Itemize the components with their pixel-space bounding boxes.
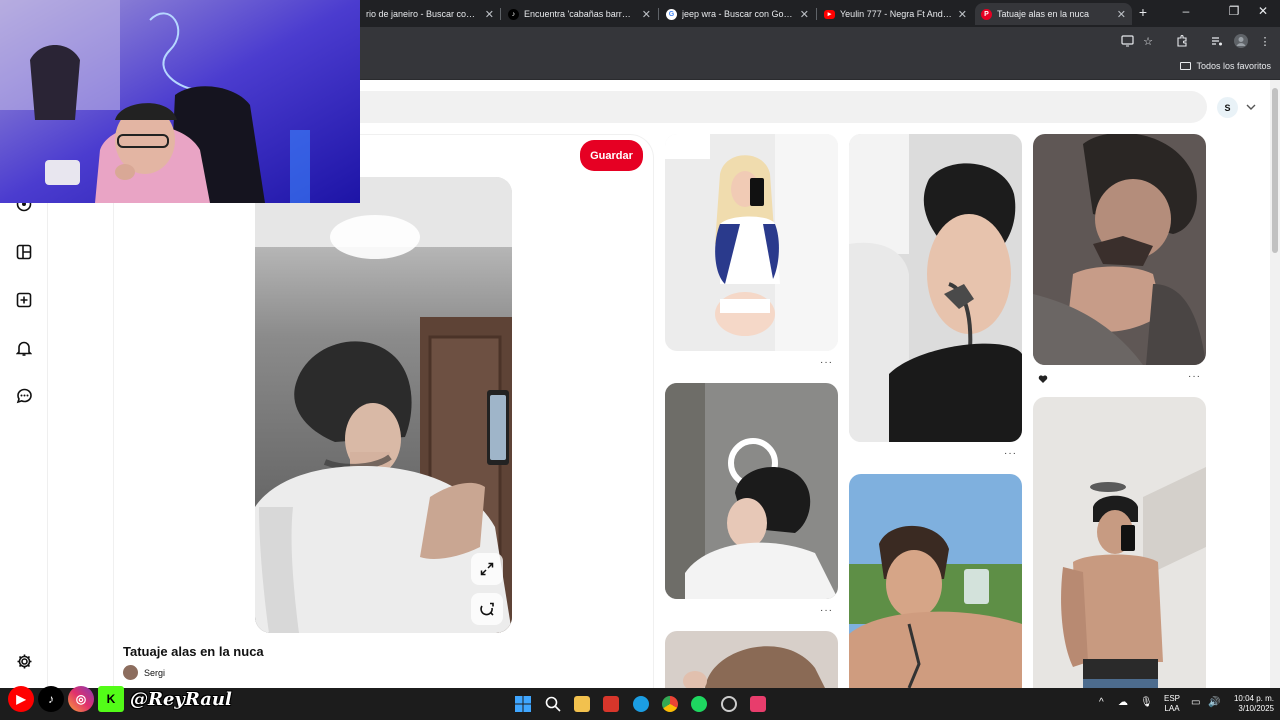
streamer-webcam-overlay <box>0 0 360 203</box>
close-icon[interactable]: ✕ <box>1117 8 1126 21</box>
related-pin-image[interactable] <box>665 383 838 599</box>
media-app-icon[interactable] <box>603 696 619 712</box>
search-input[interactable] <box>330 91 1207 123</box>
author-name: Sergi <box>144 667 166 678</box>
language-top: ESP <box>1163 694 1180 703</box>
user-avatar[interactable]: S <box>1217 97 1238 118</box>
page-scrollbar[interactable] <box>1270 80 1280 688</box>
stream-social-overlay: ▶ ♪ ◎ K @ReyRaul <box>8 683 232 715</box>
cloud-icon[interactable]: ☁ <box>1118 698 1128 708</box>
pin-title: Tatuaje alas en la nuca <box>123 644 264 659</box>
all-bookmarks-label: Todos los favoritos <box>1196 61 1271 71</box>
more-options-icon[interactable]: ··· <box>1004 448 1017 459</box>
chat-bubble-icon[interactable] <box>14 386 34 406</box>
author-avatar <box>123 665 138 680</box>
tiktok-logo-icon: ♪ <box>38 686 64 712</box>
search-icon[interactable] <box>545 696 561 712</box>
volume-icon[interactable]: 🔊 <box>1208 698 1220 708</box>
settings-gear-icon[interactable] <box>14 651 34 671</box>
close-icon[interactable]: ✕ <box>958 8 967 21</box>
related-pin-image[interactable] <box>849 474 1022 688</box>
tiktok-live-icon[interactable] <box>750 696 766 712</box>
chevron-down-icon[interactable] <box>1244 100 1258 114</box>
tab-separator <box>816 8 817 20</box>
pinterest-icon: P <box>981 8 992 20</box>
more-options-icon[interactable]: ··· <box>820 605 833 616</box>
boards-icon[interactable] <box>14 242 34 262</box>
tab-tiktok[interactable]: ♪ Encuentra 'cabañas barranquill ✕ <box>502 3 657 25</box>
microphone-icon[interactable]: 🎙 <box>1140 698 1153 708</box>
close-icon[interactable]: ✕ <box>485 8 494 21</box>
tab-youtube[interactable]: ▸ Yeulin 777 - Negra Ft Andy Ala ✕ <box>818 3 973 25</box>
new-tab-button[interactable]: + <box>1133 4 1153 20</box>
related-pin-image[interactable] <box>849 134 1022 442</box>
related-pin-image[interactable] <box>1033 134 1206 365</box>
visual-search-icon[interactable] <box>471 593 503 625</box>
tab-title: Tatuaje alas en la nuca <box>997 9 1090 19</box>
tab-title: Encuentra 'cabañas barranquill <box>524 9 636 19</box>
expand-icon[interactable] <box>471 553 503 585</box>
chevron-up-icon[interactable]: ^ <box>1099 698 1104 708</box>
clock[interactable]: 10:04 p. m. 3/10/2025 <box>1222 694 1274 714</box>
close-icon[interactable]: ✕ <box>800 8 809 21</box>
all-bookmarks-button[interactable]: Todos los favoritos <box>1180 61 1271 71</box>
streamer-handle: @ReyRaul <box>130 688 232 710</box>
tab-title: rio de janeiro - Buscar con Goo <box>366 9 479 19</box>
tab-jeep-wra[interactable]: G jeep wra - Buscar con Google ✕ <box>660 3 815 25</box>
kick-logo-icon: K <box>98 686 124 712</box>
clock-date: 3/10/2025 <box>1238 704 1274 713</box>
heart-reaction-icon <box>1038 371 1048 383</box>
more-options-icon[interactable]: ··· <box>1188 371 1201 382</box>
scrollbar-thumb[interactable] <box>1272 88 1278 253</box>
tab-title: Yeulin 777 - Negra Ft Andy Ala <box>840 9 952 19</box>
tab-separator <box>500 8 501 20</box>
clock-time: 10:04 p. m. <box>1233 694 1274 703</box>
file-explorer-icon[interactable] <box>574 696 590 712</box>
bookmark-star-icon[interactable]: ☆ <box>1141 34 1155 48</box>
spotify-icon[interactable] <box>691 696 707 712</box>
restore-icon[interactable]: ❐ <box>1224 4 1244 18</box>
menu-kebab-icon[interactable]: ⋮ <box>1258 34 1272 48</box>
edge-icon[interactable] <box>633 696 649 712</box>
related-pin-image[interactable] <box>665 134 838 351</box>
language-bottom: LAA <box>1164 704 1180 713</box>
related-pin-image[interactable] <box>1033 397 1206 688</box>
tab-separator <box>658 8 659 20</box>
folder-icon <box>1180 62 1192 70</box>
google-icon: G <box>666 8 677 20</box>
youtube-icon: ▸ <box>824 9 835 19</box>
save-button[interactable]: Guardar <box>580 140 643 171</box>
youtube-logo-icon: ▶ <box>8 686 34 712</box>
obs-icon[interactable] <box>721 696 737 712</box>
tab-pinterest[interactable]: P Tatuaje alas en la nuca ✕ <box>975 3 1132 25</box>
notifications-bell-icon[interactable] <box>14 338 34 358</box>
media-control-icon[interactable] <box>1210 34 1224 48</box>
more-options-icon[interactable]: ··· <box>820 357 833 368</box>
tab-rio-de-janeiro[interactable]: rio de janeiro - Buscar con Goo ✕ <box>360 3 500 25</box>
extensions-icon[interactable] <box>1175 34 1189 48</box>
window-close-icon[interactable]: ✕ <box>1253 4 1273 18</box>
windows-start-icon[interactable] <box>515 696 531 712</box>
related-pin-image[interactable] <box>665 631 838 688</box>
tiktok-icon: ♪ <box>508 8 519 20</box>
instagram-logo-icon: ◎ <box>68 686 94 712</box>
close-icon[interactable]: ✕ <box>642 8 651 21</box>
tab-title: jeep wra - Buscar con Google <box>682 9 794 19</box>
pin-main-image[interactable] <box>255 177 512 633</box>
chrome-icon[interactable] <box>662 696 678 712</box>
cast-icon[interactable] <box>1120 34 1134 48</box>
create-icon[interactable] <box>14 290 34 310</box>
network-icon[interactable]: ▭ <box>1191 698 1200 708</box>
language-indicator[interactable]: ESP LAA <box>1160 694 1184 714</box>
pin-author[interactable]: Sergi <box>123 665 165 680</box>
profile-avatar[interactable] <box>1234 34 1248 48</box>
minimize-icon[interactable]: – <box>1176 4 1196 18</box>
